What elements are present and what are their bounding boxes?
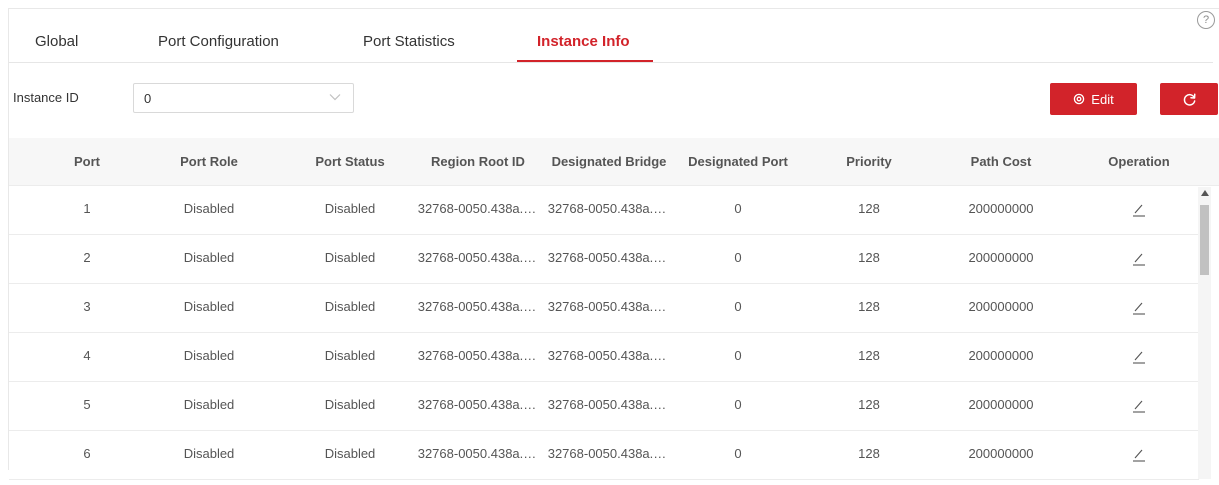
table-scrollbar[interactable] — [1198, 187, 1211, 479]
cell-port: 3 — [83, 299, 91, 314]
tab-instance-info[interactable]: Instance Info — [537, 9, 630, 62]
edit-button[interactable]: Edit — [1050, 83, 1137, 115]
instance-id-label: Instance ID — [13, 90, 79, 105]
table-body: 1 Disabled Disabled 32768-0050.438a.… 32… — [9, 185, 1199, 485]
cell-port-role: Disabled — [183, 446, 235, 461]
cell-region-root-id: 32768-0050.438a.… — [417, 348, 537, 363]
cell-port: 5 — [83, 397, 91, 412]
col-port: Port — [74, 154, 100, 169]
cell-port-role: Disabled — [183, 397, 235, 412]
cell-priority: 128 — [858, 250, 880, 265]
cell-region-root-id: 32768-0050.438a.… — [417, 446, 537, 461]
cell-designated-bridge: 32768-0050.438a.… — [547, 201, 667, 216]
cell-path-cost: 200000000 — [968, 348, 1034, 363]
pencil-icon[interactable] — [1131, 349, 1147, 365]
cell-port: 1 — [83, 201, 91, 216]
col-operation: Operation — [1108, 154, 1170, 169]
cell-operation — [1075, 234, 1199, 283]
col-port-status: Port Status — [315, 154, 385, 169]
cell-designated-port: 0 — [734, 348, 742, 363]
col-region-root-id: Region Root ID — [431, 154, 525, 169]
pencil-icon[interactable] — [1131, 300, 1147, 316]
cell-priority: 128 — [858, 299, 880, 314]
edit-button-label: Edit — [1091, 91, 1114, 107]
cell-priority: 128 — [858, 201, 880, 216]
cell-path-cost: 200000000 — [968, 201, 1034, 216]
chevron-down-icon — [329, 94, 341, 101]
cell-port: 2 — [83, 250, 91, 265]
tab-port-configuration[interactable]: Port Configuration — [158, 9, 279, 62]
cell-port-role: Disabled — [183, 201, 235, 216]
table-row: 6 Disabled Disabled 32768-0050.438a.… 32… — [9, 430, 1199, 480]
cell-operation — [1075, 430, 1199, 479]
cell-port: 6 — [83, 446, 91, 461]
cell-port: 4 — [83, 348, 91, 363]
cell-designated-bridge: 32768-0050.438a.… — [547, 299, 667, 314]
table-row: 4 Disabled Disabled 32768-0050.438a.… 32… — [9, 332, 1199, 382]
col-path-cost: Path Cost — [970, 154, 1032, 169]
cell-port-status: Disabled — [324, 201, 376, 216]
cell-region-root-id: 32768-0050.438a.… — [417, 299, 537, 314]
cell-path-cost: 200000000 — [968, 250, 1034, 265]
pencil-icon[interactable] — [1131, 251, 1147, 267]
instance-id-select[interactable]: 0 — [133, 83, 354, 113]
cell-operation — [1075, 185, 1199, 234]
refresh-icon — [1183, 93, 1196, 106]
cell-port-role: Disabled — [183, 299, 235, 314]
cell-operation — [1075, 381, 1199, 430]
cell-designated-bridge: 32768-0050.438a.… — [547, 446, 667, 461]
refresh-button[interactable] — [1160, 83, 1218, 115]
cell-port-role: Disabled — [183, 250, 235, 265]
pencil-icon[interactable] — [1131, 447, 1147, 463]
cell-port-role: Disabled — [183, 348, 235, 363]
col-priority: Priority — [846, 154, 892, 169]
settings-icon — [1073, 93, 1085, 105]
table-header: Port Port Role Port Status Region Root I… — [9, 138, 1219, 186]
cell-designated-bridge: 32768-0050.438a.… — [547, 250, 667, 265]
cell-designated-port: 0 — [734, 397, 742, 412]
cell-designated-port: 0 — [734, 446, 742, 461]
table-row: 2 Disabled Disabled 32768-0050.438a.… 32… — [9, 234, 1199, 284]
pencil-icon[interactable] — [1131, 398, 1147, 414]
cell-priority: 128 — [858, 397, 880, 412]
cell-operation — [1075, 283, 1199, 332]
cell-priority: 128 — [858, 446, 880, 461]
cell-region-root-id: 32768-0050.438a.… — [417, 201, 537, 216]
tab-global[interactable]: Global — [35, 9, 78, 62]
cell-path-cost: 200000000 — [968, 299, 1034, 314]
col-designated-bridge: Designated Bridge — [551, 154, 667, 169]
table-row: 3 Disabled Disabled 32768-0050.438a.… 32… — [9, 283, 1199, 333]
col-port-role: Port Role — [180, 154, 238, 169]
table-row: 1 Disabled Disabled 32768-0050.438a.… 32… — [9, 185, 1199, 235]
cell-port-status: Disabled — [324, 446, 376, 461]
table-row: 5 Disabled Disabled 32768-0050.438a.… 32… — [9, 381, 1199, 431]
cell-region-root-id: 32768-0050.438a.… — [417, 397, 537, 412]
scroll-up-arrow-icon[interactable] — [1201, 190, 1209, 196]
cell-path-cost: 200000000 — [968, 397, 1034, 412]
cell-port-status: Disabled — [324, 348, 376, 363]
tab-port-statistics[interactable]: Port Statistics — [363, 9, 455, 62]
col-designated-port: Designated Port — [688, 154, 788, 169]
tab-bar: Global Port Configuration Port Statistic… — [9, 9, 1213, 63]
cell-designated-port: 0 — [734, 201, 742, 216]
cell-operation — [1075, 332, 1199, 381]
stp-panel: ? Global Port Configuration Port Statist… — [8, 8, 1219, 480]
cell-port-status: Disabled — [324, 397, 376, 412]
cell-port-status: Disabled — [324, 299, 376, 314]
pencil-icon[interactable] — [1131, 202, 1147, 218]
cell-path-cost: 200000000 — [968, 446, 1034, 461]
cell-priority: 128 — [858, 348, 880, 363]
cell-designated-port: 0 — [734, 299, 742, 314]
cell-designated-bridge: 32768-0050.438a.… — [547, 348, 667, 363]
scrollbar-thumb[interactable] — [1200, 205, 1209, 275]
cell-port-status: Disabled — [324, 250, 376, 265]
cell-region-root-id: 32768-0050.438a.… — [417, 250, 537, 265]
cell-designated-bridge: 32768-0050.438a.… — [547, 397, 667, 412]
active-tab-indicator — [517, 60, 653, 62]
instance-filter: Instance ID 0 — [9, 83, 1219, 113]
cell-designated-port: 0 — [734, 250, 742, 265]
instance-id-value: 0 — [144, 91, 152, 106]
